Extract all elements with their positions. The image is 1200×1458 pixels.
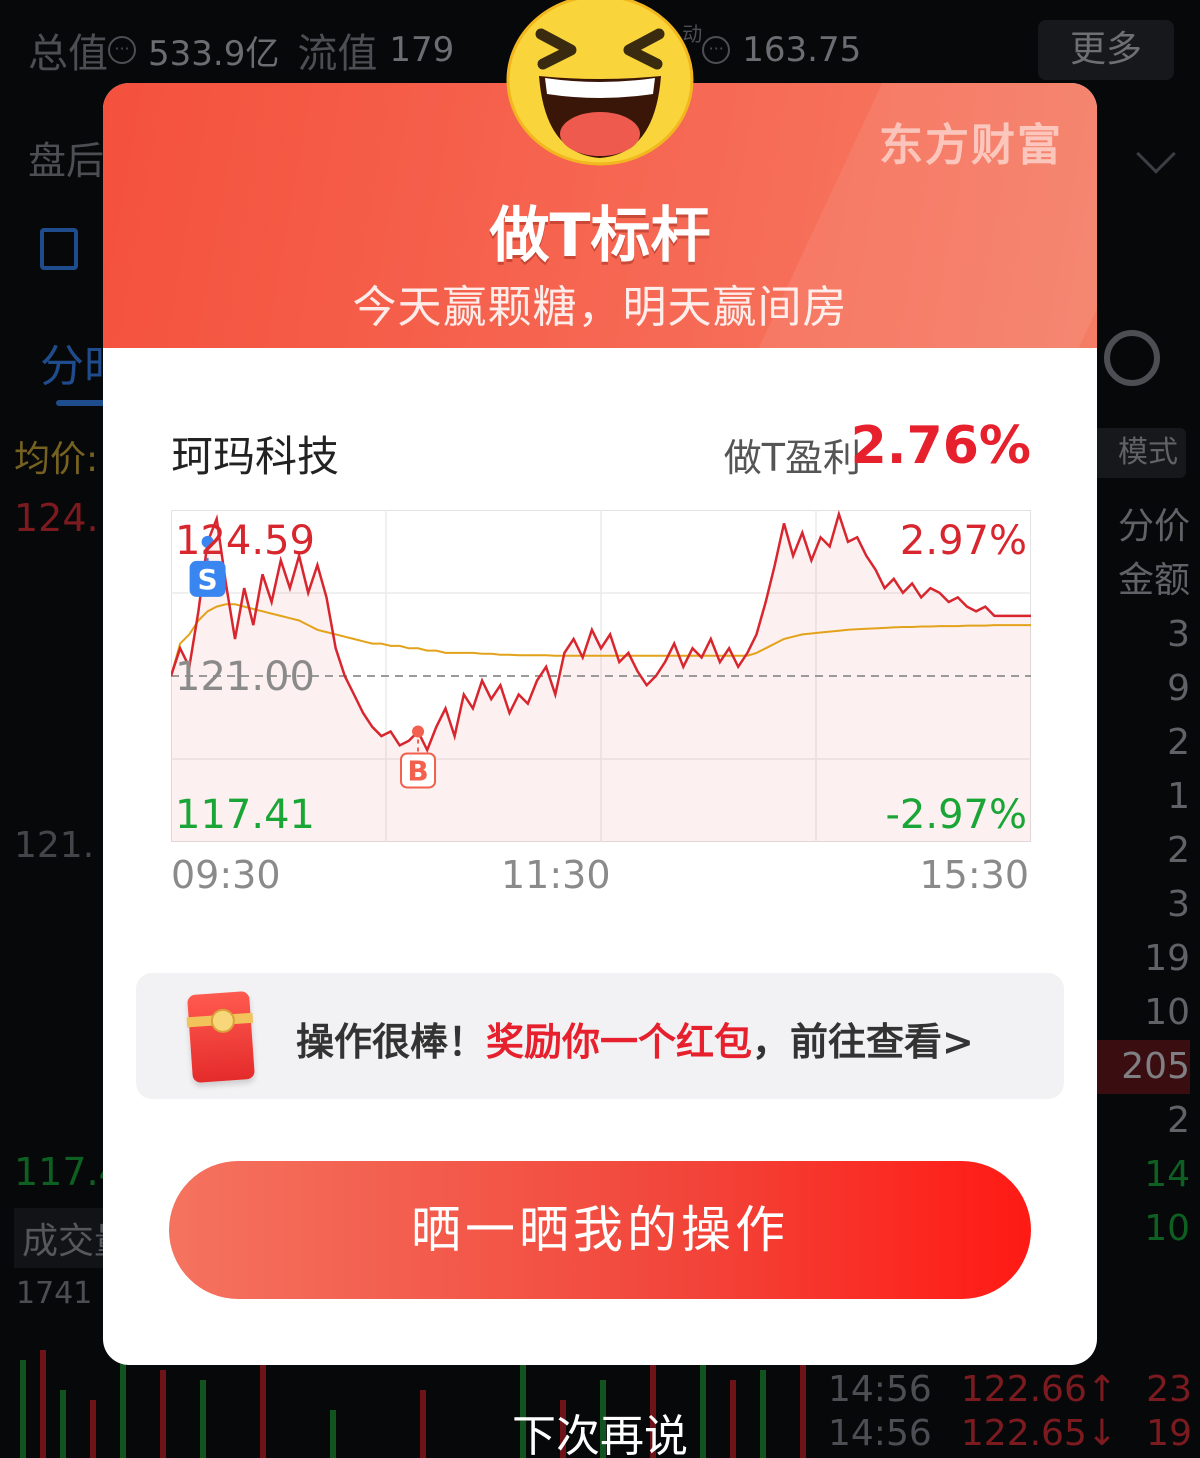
x-tick-label: 15:30 (919, 853, 1029, 897)
red-packet-text[interactable]: 操作很棒！奖励你一个红包，前往查看> (296, 1011, 974, 1066)
intraday-chart: S B 124.59 121.00 117.41 2.97% -2.97% (171, 510, 1031, 842)
red-packet-banner[interactable]: 操作很棒！奖励你一个红包，前往查看> (136, 973, 1064, 1099)
red-packet-icon (187, 990, 255, 1084)
modal-subtitle: 今天赢颗糖，明天赢间房 (352, 282, 848, 333)
y-label-mid: 121.00 (175, 654, 315, 700)
laughing-emoji-icon (506, 0, 694, 166)
x-tick-label: 11:30 (501, 853, 611, 897)
modal-title: 做T标杆 (489, 201, 711, 271)
profit-value: 2.76% (850, 416, 1031, 476)
stock-name: 珂玛科技 (171, 432, 340, 481)
red-packet-suffix: ，前往查看> (752, 1020, 974, 1064)
red-packet-highlight: 奖励你一个红包 (486, 1020, 753, 1064)
y-label-high: 124.59 (175, 518, 315, 564)
brand-logo: 东方财富 (879, 120, 1063, 171)
sell-marker-label: S (198, 563, 218, 596)
pct-label-low: -2.97% (885, 792, 1027, 838)
buy-marker-label: B (407, 754, 428, 787)
red-packet-prefix: 操作很棒！ (296, 1020, 487, 1064)
profit-label: 做T盈利 (723, 436, 861, 480)
x-tick-label: 09:30 (171, 853, 281, 897)
dismiss-link[interactable]: 下次再说 (0, 1400, 1200, 1458)
pct-label-high: 2.97% (900, 518, 1027, 564)
share-operation-button[interactable]: 晒一晒我的操作 (169, 1161, 1031, 1299)
y-label-low: 117.41 (175, 792, 315, 838)
t-trade-modal: 东方财富 做T标杆 今天赢颗糖，明天赢间房 珂玛科技 做T盈利 2.76% S B… (103, 83, 1097, 1365)
